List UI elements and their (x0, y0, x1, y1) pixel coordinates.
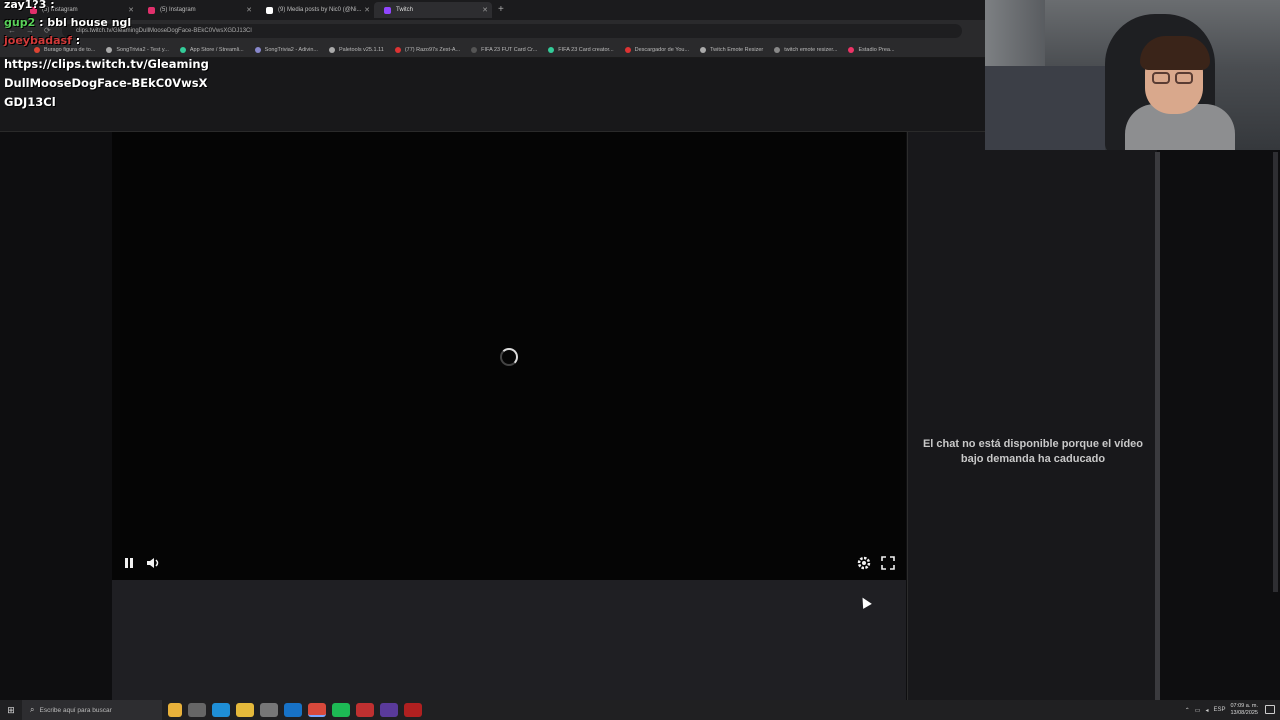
twitch-clip-page: El chat no está disponible porque el víd… (0, 132, 1280, 700)
webcam-glasses (1152, 72, 1170, 84)
overlay-chat-line: zay1?3 : (4, 0, 55, 11)
close-icon[interactable]: ✕ (482, 6, 488, 14)
video-player[interactable] (112, 132, 906, 580)
bookmark-item[interactable]: Estadio Prea... (848, 46, 895, 53)
bookmark-favicon-icon (624, 46, 631, 53)
tab-label: (9) Media posts by Nic0 (@Ni... (278, 7, 362, 13)
browser-tab-active[interactable]: Twitch ✕ (374, 2, 492, 18)
new-tab-button[interactable]: + (498, 4, 504, 15)
bookmark-favicon-icon (471, 46, 478, 53)
bookmark-item[interactable]: FIFA 23 FUT Card Cr... (471, 46, 537, 53)
webcam-glasses (1175, 72, 1193, 84)
bookmark-favicon-icon (700, 46, 707, 53)
edge-icon[interactable] (212, 703, 230, 717)
chat-panel: El chat no está disponible porque el víd… (907, 132, 1157, 700)
chat-unavailable-message: El chat no está disponible porque el víd… (922, 438, 1144, 465)
bookmark-item[interactable]: Descargador de You... (624, 46, 689, 53)
stream-chat-overlay: zay1?3 : gup2 : bbl house ngl joeybadasf… (4, 0, 234, 50)
overlay-chat-line: gup2 : bbl house ngl (4, 16, 132, 29)
pause-button[interactable] (120, 554, 138, 572)
scrollbar[interactable] (1273, 152, 1278, 592)
chrome-profile-icon[interactable] (380, 703, 398, 717)
chevron-up-icon[interactable]: ⌃ (1185, 707, 1190, 714)
bookmark-item[interactable]: (77) Razo97s Zest-A... (394, 46, 460, 53)
volume-icon (147, 558, 159, 568)
search-icon: ⌕ (30, 705, 35, 714)
overlay-chat-line: joeybadasf : (4, 34, 81, 47)
spotify-icon[interactable] (332, 703, 350, 717)
store-icon[interactable] (260, 703, 278, 717)
webcam-background (985, 66, 1105, 150)
twitch-icon (384, 6, 391, 14)
recording-icon[interactable] (404, 703, 422, 717)
system-tray: ⌃ ▭ ◂ ESP 07:09 a. m. 13/08/2025 (1185, 700, 1258, 720)
fullscreen-icon (881, 556, 895, 570)
notifications-icon[interactable] (1265, 705, 1275, 714)
gear-icon (857, 556, 871, 570)
outlook-icon[interactable] (284, 703, 302, 717)
task-view-icon[interactable] (188, 703, 206, 717)
network-icon[interactable]: ▭ (1195, 707, 1201, 714)
overlay-clip-url: https://clips.twitch.tv/GleamingDullMoos… (4, 57, 209, 109)
chrome-icon[interactable] (308, 703, 326, 717)
bookmark-favicon-icon (328, 46, 335, 53)
browser-tab[interactable]: (9) Media posts by Nic0 (@Ni... ✕ (256, 2, 374, 18)
taskbar-search-input[interactable]: ⌕ Escribe aquí para buscar (22, 700, 162, 720)
bookmark-favicon-icon (394, 46, 401, 53)
bookmark-item[interactable]: twitch emote resizer... (774, 46, 837, 53)
tab-label: Twitch (396, 7, 414, 13)
player-controls (112, 546, 906, 580)
file-explorer-icon[interactable] (236, 703, 254, 717)
bookmark-favicon-icon (774, 46, 781, 53)
pause-icon (125, 558, 133, 568)
windows-taskbar: ⊞ ⌕ Escribe aquí para buscar ⌃ ▭ ◂ ESP 0… (0, 700, 1280, 720)
fullscreen-button[interactable] (879, 554, 897, 572)
bookmark-item[interactable]: FIFA 23 Card creator... (548, 46, 614, 53)
bookmark-item[interactable]: Paletools v25.1.11 (328, 46, 384, 53)
webcam-person-hair (1140, 36, 1210, 70)
clip-info-area (112, 580, 906, 700)
volume-button[interactable] (144, 554, 162, 572)
clock[interactable]: 07:09 a. m. 13/08/2025 (1230, 703, 1258, 717)
close-icon[interactable]: ✕ (246, 6, 252, 14)
bookmark-favicon-icon (254, 46, 261, 53)
right-gutter (1157, 132, 1280, 700)
windows-start-icon[interactable]: ⊞ (0, 700, 22, 720)
app-icon[interactable] (356, 703, 374, 717)
copilot-icon[interactable] (168, 703, 182, 717)
volume-icon[interactable]: ◂ (1205, 707, 1208, 714)
bookmark-favicon-icon (548, 46, 555, 53)
scrollbar[interactable] (1155, 152, 1160, 700)
x-logo-icon (266, 6, 273, 14)
settings-button[interactable] (855, 554, 873, 572)
language-indicator[interactable]: ESP (1213, 707, 1225, 713)
webcam-feed (985, 0, 1280, 150)
bookmark-favicon-icon (848, 46, 855, 53)
close-icon[interactable]: ✕ (364, 6, 370, 14)
bookmark-item[interactable]: Twitch Emote Resizer (700, 46, 763, 53)
bookmark-item[interactable]: SongTrivia2 - Adivin... (254, 46, 318, 53)
loading-spinner-icon (500, 348, 518, 366)
